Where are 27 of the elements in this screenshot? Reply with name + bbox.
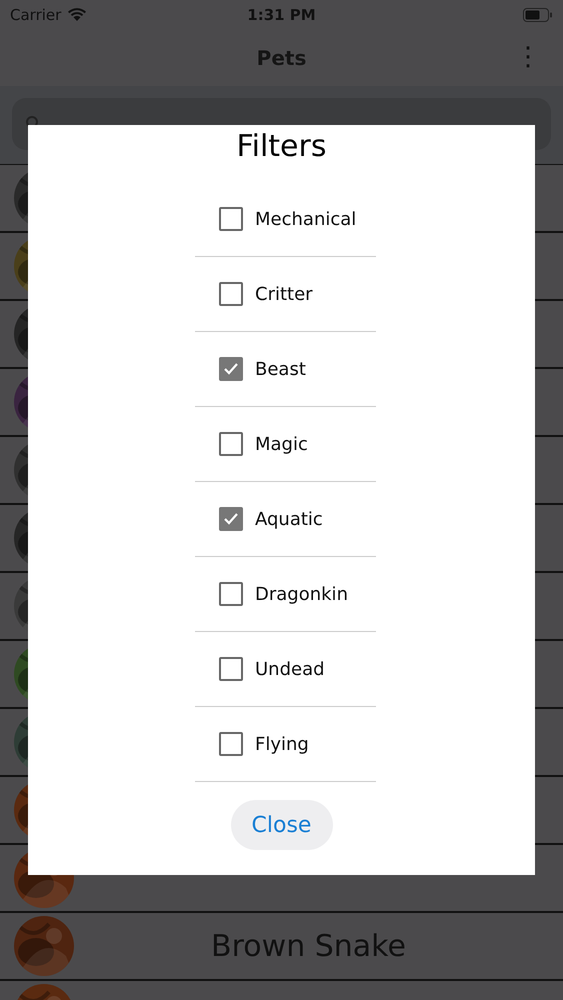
carrier-name: Carrier (10, 6, 62, 24)
pet-name: Brown Snake (210, 928, 407, 964)
checkbox[interactable] (219, 657, 243, 681)
filter-label: Mechanical (255, 208, 356, 230)
battery-icon (523, 8, 553, 22)
checkbox[interactable] (219, 432, 243, 456)
checkmark-icon (223, 512, 239, 526)
filter-label: Beast (255, 358, 306, 380)
wifi-icon (67, 8, 88, 22)
filter-label: Flying (255, 734, 309, 754)
filter-label: Critter (255, 284, 313, 304)
checkbox[interactable] (219, 282, 243, 306)
checkbox[interactable] (219, 507, 243, 531)
checkbox[interactable] (219, 357, 243, 381)
checkmark-icon (223, 362, 239, 376)
filter-label: Aquatic (255, 508, 323, 530)
menu-button[interactable]: ⋮ (511, 42, 545, 72)
checkbox[interactable] (219, 732, 243, 756)
filter-label: Undead (255, 658, 325, 680)
clock-time: 1:31 PM (246, 6, 317, 24)
checkbox[interactable] (219, 582, 243, 606)
filter-label: Dragonkin (255, 584, 348, 604)
checkbox[interactable] (219, 207, 243, 231)
dialog-title: Filters (236, 129, 326, 164)
close-button[interactable]: Close (230, 800, 332, 850)
screen-title: Pets (256, 46, 306, 70)
filter-label: Magic (255, 434, 308, 454)
